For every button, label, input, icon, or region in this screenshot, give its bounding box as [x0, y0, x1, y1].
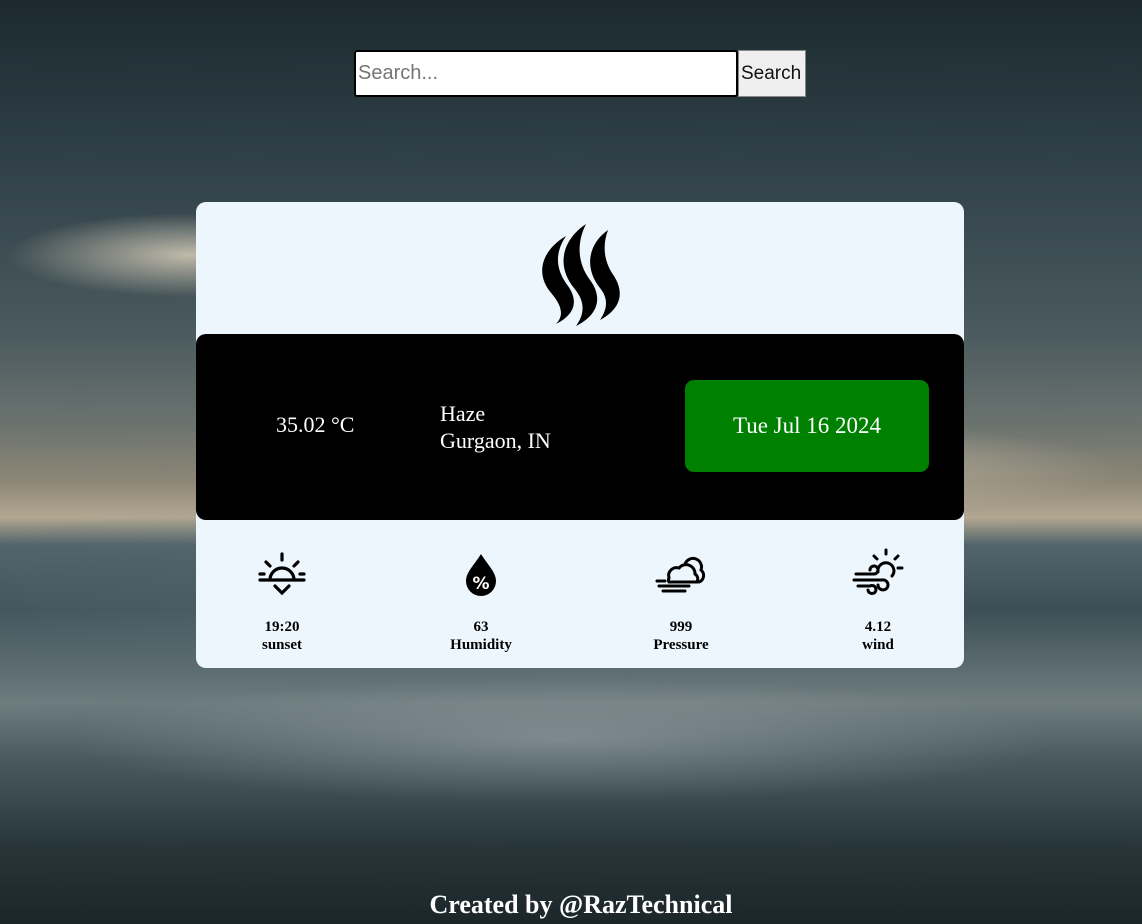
weather-stats: 19:20 sunset % 63 Humidity 999 Pressure …: [196, 548, 964, 668]
weather-description: Haze Gurgaon, IN: [440, 400, 551, 454]
stat-pressure: 999 Pressure: [621, 548, 741, 654]
search-input[interactable]: [354, 50, 738, 97]
humidity-drop-icon: %: [466, 554, 496, 596]
cloud-wind-icon: [655, 556, 706, 593]
weather-card: 35.02 °C Haze Gurgaon, IN Tue Jul 16 202…: [196, 202, 964, 668]
footer-credit: Created by @RazTechnical: [429, 890, 733, 919]
svg-text:%: %: [472, 574, 489, 594]
weather-condition: Haze: [440, 401, 486, 426]
search-bar: Search: [354, 50, 806, 97]
sunset-icon: [258, 552, 306, 596]
stat-label: Pressure: [653, 637, 709, 653]
stat-label: Humidity: [450, 637, 512, 653]
smoke-haze-icon: [542, 224, 620, 326]
stat-value: 4.12: [864, 619, 892, 635]
stat-sunset: 19:20 sunset: [222, 548, 342, 654]
weather-summary-band: 35.02 °C Haze Gurgaon, IN Tue Jul 16 202…: [196, 334, 964, 520]
search-button[interactable]: Search: [738, 50, 806, 97]
date-badge: Tue Jul 16 2024: [685, 380, 929, 472]
stat-value: 19:20: [264, 619, 300, 635]
temperature: 35.02 °C: [276, 412, 355, 437]
location: Gurgaon, IN: [440, 428, 551, 453]
stat-label: sunset: [261, 637, 302, 653]
stat-label: wind: [862, 637, 894, 653]
stat-wind: 4.12 wind: [818, 548, 938, 654]
stat-humidity: % 63 Humidity: [421, 548, 541, 654]
stat-value: 63: [473, 619, 489, 635]
stat-value: 999: [669, 619, 693, 635]
wind-sun-icon: [852, 548, 904, 595]
